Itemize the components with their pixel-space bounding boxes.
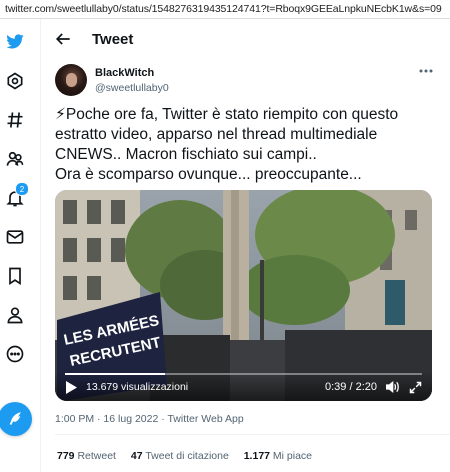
notifications-icon[interactable]: 2	[4, 182, 29, 209]
video-time: 0:39 / 2:20	[325, 381, 377, 393]
retweet-stat[interactable]: 779 Retweet	[57, 450, 116, 462]
compose-icon	[9, 412, 21, 425]
tweet-text-line: estratto video, apparso nel thread multi…	[55, 126, 378, 143]
divider	[55, 434, 450, 435]
tweet-stats: 779 Retweet 47 Tweet di citazione 1.177 …	[57, 450, 324, 462]
tweet-time[interactable]: 1:00 PM · 16 lug 2022 ·	[55, 413, 167, 425]
quote-stat[interactable]: 47 Tweet di citazione	[131, 450, 229, 462]
tweet-text-line: CNEWS.. Macron fischiato sui campi..	[55, 146, 317, 163]
video-player[interactable]: LES ARMÉES RECRUTENT 13.679 visualizzazi…	[55, 190, 432, 401]
communities-icon[interactable]	[4, 148, 26, 170]
tweet-client[interactable]: Twitter Web App	[167, 413, 243, 425]
volume-icon[interactable]	[384, 379, 400, 395]
twitter-logo-icon[interactable]	[4, 30, 26, 52]
url-text: twitter.com/sweetlullaby0/status/1548276…	[5, 3, 442, 15]
profile-icon[interactable]	[4, 304, 26, 326]
hashtag-icon[interactable]	[4, 109, 26, 131]
author-handle[interactable]: @sweetlullaby0	[95, 82, 169, 94]
video-progress-bar[interactable]	[65, 373, 422, 375]
compose-tweet-button[interactable]	[0, 402, 32, 436]
tweet-timestamp: 1:00 PM · 16 lug 2022 · Twitter Web App	[55, 413, 244, 425]
like-stat[interactable]: 1.177 Mi piace	[244, 450, 312, 462]
address-bar[interactable]: twitter.com/sweetlullaby0/status/1548276…	[0, 0, 450, 19]
more-options-icon[interactable]	[4, 343, 26, 365]
tweet-text-line: Ora è scomparso ovunque... preoccupante.…	[55, 166, 362, 183]
page-title: Tweet	[92, 31, 134, 48]
author-name[interactable]: BlackWitch	[95, 67, 154, 79]
video-frame: LES ARMÉES RECRUTENT	[55, 190, 432, 401]
view-count: 13.679 visualizzazioni	[86, 381, 189, 393]
play-icon[interactable]	[65, 381, 77, 394]
notification-badge: 2	[15, 182, 29, 196]
messages-icon[interactable]	[4, 226, 26, 248]
fullscreen-icon[interactable]	[408, 380, 423, 395]
video-progress-fill	[65, 373, 165, 375]
bookmark-icon[interactable]	[4, 265, 26, 287]
avatar[interactable]	[55, 64, 87, 96]
tweet-text: ⚡Poche ore fa, Twitter è stato riempito …	[55, 105, 445, 185]
more-dots-icon[interactable]	[418, 66, 434, 76]
column-divider	[40, 19, 41, 472]
sidebar-nav: 2	[0, 19, 32, 472]
explore-icon[interactable]	[4, 70, 26, 92]
back-arrow-icon[interactable]	[53, 29, 73, 49]
tweet-header: Tweet	[41, 24, 450, 56]
tweet-text-line: ⚡Poche ore fa, Twitter è stato riempito …	[55, 106, 399, 123]
video-controls: 13.679 visualizzazioni 0:39 / 2:20	[55, 371, 432, 401]
